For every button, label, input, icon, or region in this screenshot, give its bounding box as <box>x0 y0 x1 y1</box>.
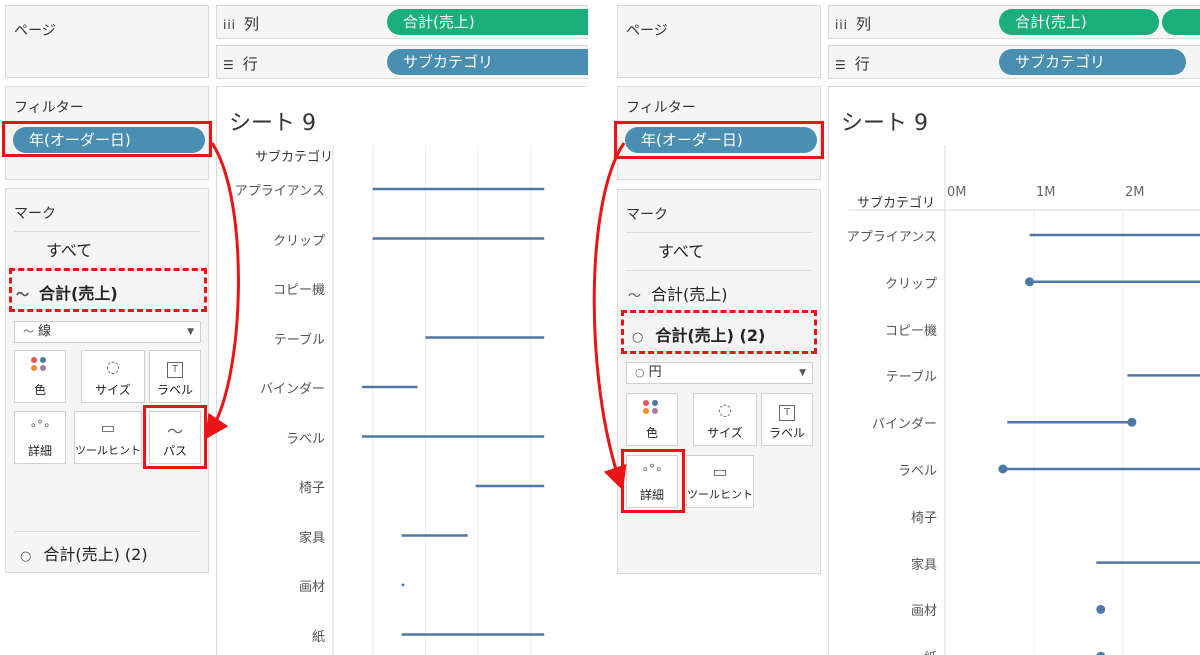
annotation-arrows <box>204 142 627 491</box>
arrow-right <box>592 142 627 491</box>
arrow-left <box>204 142 240 440</box>
